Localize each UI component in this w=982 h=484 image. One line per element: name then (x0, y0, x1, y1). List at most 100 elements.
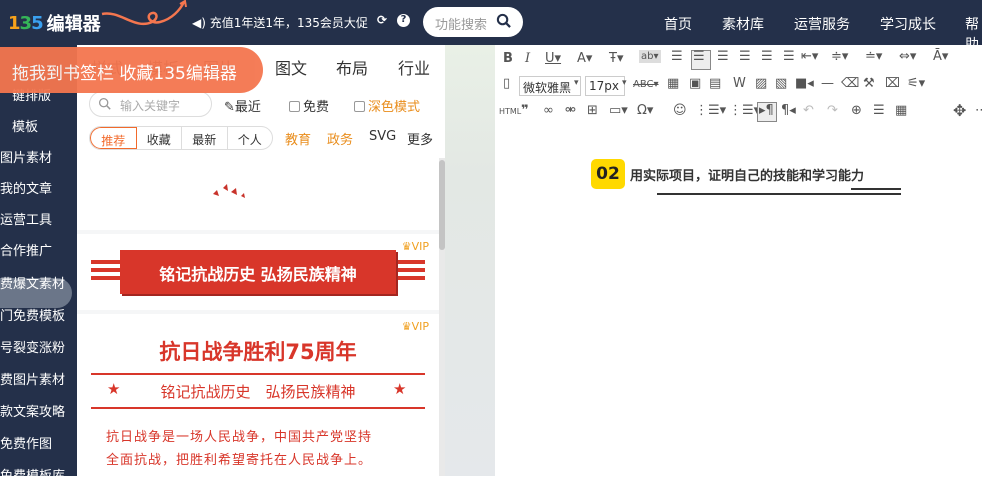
clear-format-icon[interactable]: ⌧ (885, 76, 900, 91)
nav-learning[interactable]: 学习成长 (880, 14, 936, 34)
paragraph-spacing-icon[interactable]: ≐▾ (865, 49, 882, 64)
magic-wand-icon[interactable]: ⚟▾ (907, 76, 925, 91)
document-icon[interactable]: ▯ (503, 76, 510, 91)
text-indent-icon[interactable]: Ā▾ (933, 49, 948, 64)
promo-text[interactable]: ◀) 充值1年送1年，135会员大促进 (192, 14, 368, 31)
move-icon[interactable]: ✥ (953, 101, 966, 120)
help-icon[interactable]: ? (397, 14, 410, 27)
tab-industry[interactable]: 行业 (398, 55, 430, 79)
direction-ltr-icon[interactable]: ▸¶ (759, 103, 774, 118)
find-replace-icon[interactable]: ⊕ (851, 103, 862, 118)
nav-operation-services[interactable]: 运营服务 (794, 14, 850, 34)
anchor-icon[interactable]: ⊞ (587, 103, 598, 118)
segment-favorites[interactable]: 收藏 (137, 127, 182, 149)
sidebar-item-growth[interactable]: 号裂变涨粉 (0, 337, 65, 356)
align-distributed-icon[interactable]: ☰ (761, 49, 773, 64)
nav-materials[interactable]: 素材库 (722, 14, 764, 34)
word-import-icon[interactable]: W (733, 76, 746, 91)
more-icon[interactable]: ⋯ (975, 103, 982, 118)
chevron-down-icon[interactable]: ▾ (622, 78, 627, 88)
text-background-icon[interactable]: Ŧ▾ (609, 51, 623, 66)
template-icon[interactable]: ☰ (873, 103, 885, 118)
style-card[interactable]: ♛VIP 抗日战争胜利75周年 ★ 铭记抗战历史 弘扬民族精神 ★ 抗日战争是一… (77, 314, 439, 476)
keyword-search-input[interactable]: 输入关键字 (89, 91, 212, 117)
category-more[interactable]: 更多 (407, 129, 433, 148)
gallery-icon[interactable]: ▧ (775, 76, 787, 91)
sidebar-item-free-templates[interactable]: 门免费模板 (0, 305, 65, 324)
emoji-icon[interactable]: ☺ (673, 103, 687, 118)
sidebar-item-my-articles[interactable]: 我的文章 (0, 178, 52, 197)
align-center-icon[interactable]: ☰ (739, 49, 751, 64)
sidebar-item-partnership[interactable]: 合作推广 (0, 240, 52, 259)
ordered-list-icon[interactable]: ⋮☰▾ (695, 103, 726, 118)
segment-personal[interactable]: 个人 (228, 127, 273, 149)
sidebar-item-tools[interactable]: 运营工具 (0, 209, 52, 228)
italic-icon[interactable]: I (525, 51, 530, 66)
content-heading[interactable]: 用实际项目，证明自己的技能和学习能力 (630, 165, 864, 184)
direction-rtl-icon[interactable]: ¶◂ (781, 103, 796, 118)
bold-icon[interactable]: B (503, 51, 513, 66)
sidebar-item-templates[interactable]: 模板 (12, 116, 38, 135)
free-checkbox[interactable]: 免费 (289, 96, 329, 115)
strikethrough-icon[interactable]: ABC▾ (633, 79, 659, 90)
quote-icon[interactable]: ❞ (521, 103, 529, 118)
omega-icon[interactable]: Ω▾ (637, 103, 653, 118)
preview-icon[interactable]: ▦ (895, 103, 907, 118)
font-size-select[interactable]: 17px (585, 76, 625, 96)
indent-icon[interactable]: ☰ (783, 49, 795, 64)
insert-row-icon[interactable]: ▭▾ (609, 103, 628, 118)
video-icon[interactable]: ■◂ (795, 76, 814, 91)
segment-latest[interactable]: 最新 (182, 127, 228, 149)
category-svg[interactable]: SVG (369, 129, 396, 144)
letter-spacing-icon[interactable]: ⇔▾ (899, 49, 916, 64)
undo-icon[interactable]: ↶ (803, 103, 814, 118)
format-icon[interactable]: ab▾ (639, 50, 661, 63)
category-government[interactable]: 政务 (327, 129, 353, 148)
html-icon[interactable]: HTML (499, 107, 521, 116)
search-icon[interactable] (496, 13, 511, 28)
unordered-list-icon[interactable]: ⋮☰▾ (729, 103, 760, 118)
eraser-icon[interactable]: ⌫ (841, 76, 859, 91)
align-right-icon[interactable]: ☰ (717, 49, 729, 64)
sidebar-item-free-images[interactable]: 费图片素材 (0, 369, 65, 388)
table-icon[interactable]: ▦ (667, 76, 679, 91)
picture-icon[interactable]: ▨ (755, 76, 767, 91)
horizontal-line-icon[interactable]: — (821, 76, 834, 91)
tab-layout[interactable]: 布局 (336, 55, 368, 79)
image-icon[interactable]: ▣ (689, 76, 701, 91)
logo[interactable]: 135 编辑器 (8, 10, 101, 36)
tab-graphics[interactable]: 图文 (275, 55, 307, 79)
align-justify-icon[interactable]: ☰ (693, 49, 705, 64)
card-body-line: 抗日战争是一场人民战争，中国共产党坚持 (106, 430, 373, 445)
sidebar-item-free-design[interactable]: 免费作图 (0, 433, 52, 452)
style-card[interactable]: ♛VIP 铭记抗战历史 弘扬民族精神 (77, 234, 439, 310)
link-icon[interactable]: ∞ (543, 103, 554, 118)
divider (91, 373, 425, 375)
sidebar-item-template-library[interactable]: 免费模板库 (0, 465, 65, 484)
sidebar-item-images[interactable]: 图片素材 (0, 147, 52, 166)
align-left-icon[interactable]: ☰ (671, 49, 683, 64)
line-height-icon[interactable]: ≑▾ (831, 49, 848, 64)
refresh-icon[interactable]: ⟳ (377, 13, 387, 27)
underline-icon[interactable]: U▾ (545, 51, 561, 66)
sidebar-item-viral-materials[interactable]: 费爆文素材 (0, 273, 65, 292)
search-icon (98, 97, 111, 110)
paste-icon[interactable]: ▤ (709, 76, 721, 91)
bookmark-banner[interactable]: 拖我到书签栏 收藏135编辑器 (0, 47, 263, 93)
dark-mode-checkbox[interactable]: 深色模式 (354, 96, 420, 115)
font-family-select[interactable]: 微软雅黑 (519, 76, 581, 96)
speaker-icon: ◀) (192, 16, 210, 30)
font-color-icon[interactable]: A▾ (577, 51, 592, 66)
unlink-icon[interactable]: ⚮ (565, 103, 576, 118)
outdent-icon[interactable]: ⇤▾ (801, 49, 818, 64)
format-brush-icon[interactable]: ⚒ (863, 76, 875, 91)
function-search[interactable]: 功能搜索 (423, 7, 523, 37)
nav-home[interactable]: 首页 (664, 14, 692, 34)
chevron-down-icon[interactable]: ▾ (574, 78, 579, 88)
sidebar-item-copywriting[interactable]: 款文案攻略 (0, 401, 65, 420)
redo-icon[interactable]: ↷ (827, 103, 838, 118)
recent-toggle[interactable]: ✎最近 (224, 96, 261, 115)
category-education[interactable]: 教育 (285, 129, 311, 148)
segment-recommended[interactable]: 推荐 (90, 127, 137, 149)
style-card[interactable] (77, 158, 439, 230)
